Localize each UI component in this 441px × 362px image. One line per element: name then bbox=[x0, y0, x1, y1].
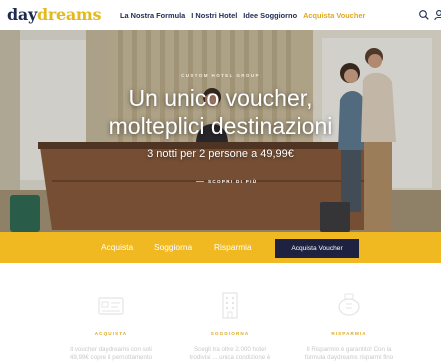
site-header: daydreams La Nostra Formula I Nostri Hot… bbox=[0, 0, 441, 30]
feature-text-soggiorna: Scegli tra oltre 2.000 hotel trodivisi .… bbox=[189, 346, 271, 361]
feature-text-risparmia: Il Risparmio è garantito! Con la formula… bbox=[304, 346, 394, 361]
hero-title-line1: Un unico voucher, bbox=[128, 85, 313, 111]
hero-banner: CUSTOM HOTEL GROUP Un unico voucher, mol… bbox=[0, 30, 441, 232]
cta-bar: Acquista Soggiorna Risparmia Acquista Vo… bbox=[0, 232, 441, 263]
cta-dash bbox=[196, 181, 204, 182]
hero-title-line2: molteplici destinazioni bbox=[108, 113, 333, 139]
nav-la-nostra-formula[interactable]: La Nostra Formula bbox=[120, 11, 185, 20]
nav-idee-soggiorno[interactable]: Idee Soggiorno bbox=[243, 11, 297, 20]
feature-title-risparmia: RISPARMIA bbox=[331, 331, 367, 336]
nav-i-nostri-hotel[interactable]: I Nostri Hotel bbox=[191, 11, 237, 20]
user-icon[interactable] bbox=[433, 9, 441, 21]
search-icon[interactable] bbox=[418, 9, 430, 21]
feature-text-acquista: Il voucher daydreams con soli 49,99€ cop… bbox=[69, 346, 153, 361]
bar-link-risparmia[interactable]: Risparmia bbox=[214, 242, 252, 252]
piggy-bank-icon bbox=[338, 293, 360, 316]
bar-link-soggiorna[interactable]: Soggiorna bbox=[154, 242, 192, 252]
features-section: ACQUISTA Il voucher daydreams con soli 4… bbox=[0, 263, 441, 362]
nav-acquista-voucher[interactable]: Acquista Voucher bbox=[303, 11, 365, 20]
bar-link-acquista[interactable]: Acquista bbox=[101, 242, 133, 252]
cta-label: SCOPRI DI PIÙ bbox=[208, 179, 258, 184]
feature-title-acquista: ACQUISTA bbox=[94, 331, 128, 336]
voucher-card-icon bbox=[98, 297, 124, 315]
feature-title-soggiorna: SOGGIORNA bbox=[210, 331, 250, 336]
acquista-voucher-button[interactable]: Acquista Voucher bbox=[275, 239, 359, 258]
daydreams-logo[interactable]: daydreams bbox=[7, 5, 102, 24]
hero-kicker: CUSTOM HOTEL GROUP bbox=[181, 73, 260, 78]
main-nav: La Nostra Formula I Nostri Hotel Idee So… bbox=[120, 11, 365, 20]
scopri-di-piu-link[interactable]: SCOPRI DI PIÙ bbox=[196, 179, 257, 184]
hotel-building-icon bbox=[222, 292, 238, 319]
logo-text-dreams: dreams bbox=[36, 5, 102, 24]
logo-text-day: day bbox=[7, 5, 37, 24]
hero-subtitle: 3 notti per 2 persone a 49,99€ bbox=[147, 148, 294, 160]
